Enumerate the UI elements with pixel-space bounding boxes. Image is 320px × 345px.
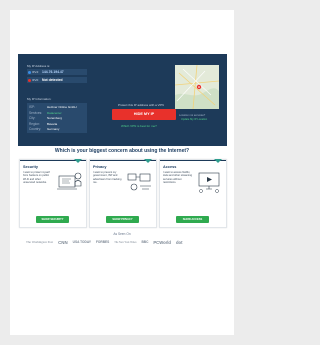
ipv6-icon — [28, 78, 31, 82]
press-logos: The Washington Post CNN USA TODAY FORBES… — [26, 238, 226, 246]
ip-info-label: My IP Information: — [27, 97, 52, 101]
streaming-illustration-icon — [198, 172, 220, 193]
card-corner-icon — [74, 159, 82, 163]
hacker-illustration-icon — [57, 172, 82, 190]
card-corner-icon — [144, 159, 152, 163]
info-key: Country: — [29, 127, 42, 131]
info-value: Germany — [47, 127, 60, 131]
which-vpn-link[interactable]: Which VPN is best for me? — [121, 124, 157, 128]
as-seen-on-label: As Seen On — [113, 232, 131, 236]
ip-info-box: ISP: Hetzner Online GmbH Services: Datac… — [27, 103, 87, 133]
page: My IP Address is: IPv4: 144.76.194.47 IP… — [10, 10, 234, 335]
info-value: Datacenter — [47, 110, 62, 115]
info-key: Region: — [29, 121, 40, 126]
ip-label: My IP Address is: — [27, 64, 51, 68]
map-graphic — [175, 65, 219, 109]
ipv6-strip: IPv6: Not detected — [27, 77, 87, 83]
ip-hero-panel: My IP Address is: IPv4: 144.76.194.47 IP… — [18, 54, 227, 146]
logo-cnn: CNN — [58, 239, 68, 245]
card-title: Security — [23, 165, 38, 169]
ipv4-value[interactable]: 144.76.194.47 — [42, 70, 64, 74]
logo-bbc: BBC — [141, 240, 149, 244]
ipv4-strip: IPv4: 144.76.194.47 — [27, 69, 87, 75]
card-corner-icon — [214, 159, 222, 163]
info-value: Nuremberg — [47, 116, 63, 120]
ipv4-prefix: IPv4: — [32, 70, 39, 75]
show-privacy-button[interactable]: SHOW PRIVACY — [106, 216, 139, 223]
ipv4-icon — [28, 70, 31, 74]
logo-usa-today: USA TODAY — [72, 240, 91, 244]
logo-forbes: FORBES — [95, 240, 110, 244]
card-desc: I want to access Netflix, Hulu and other… — [163, 171, 193, 184]
card-desc: I want to protect myself from hackers on… — [23, 171, 50, 184]
surveillance-illustration-icon — [127, 173, 151, 191]
card-security[interactable]: Security I want to protect myself from h… — [19, 159, 87, 228]
show-security-button[interactable]: SHOW SECURITY — [36, 216, 69, 223]
card-privacy[interactable]: Privacy I want to prevent my government,… — [89, 159, 157, 228]
card-access[interactable]: Access I want to access Netflix, Hulu an… — [159, 159, 227, 228]
hide-my-ip-button[interactable]: HIDE MY IP — [112, 109, 176, 120]
card-desc: I want to prevent my government, ISP and… — [93, 171, 122, 184]
location-map[interactable] — [175, 65, 219, 109]
concern-heading: Which is your biggest concern about usin… — [54, 148, 190, 154]
card-title: Access — [163, 165, 177, 169]
logo-dot: dot — [175, 239, 183, 245]
info-value: Bavaria — [47, 121, 58, 126]
show-access-button[interactable]: SHOW ACCESS — [176, 216, 209, 223]
map-caption: Location not accurate? — [179, 114, 206, 117]
protect-text: Protect this IP address with a VPN — [118, 103, 164, 107]
logo-nyt: The New York Times — [114, 240, 137, 244]
info-key: ISP: — [29, 105, 36, 109]
logo-washington-post: The Washington Post — [26, 240, 54, 244]
ipv6-value: Not detected — [42, 78, 63, 83]
logo-pcworld: PCWorld — [153, 239, 171, 245]
card-title: Privacy — [93, 165, 107, 169]
update-location-link[interactable]: Update My IP Location — [181, 118, 207, 121]
info-value: Hetzner Online GmbH — [47, 105, 77, 109]
info-key: City: — [29, 116, 36, 120]
info-key: Services: — [29, 110, 43, 115]
ipv6-prefix: IPv6: — [32, 78, 39, 83]
